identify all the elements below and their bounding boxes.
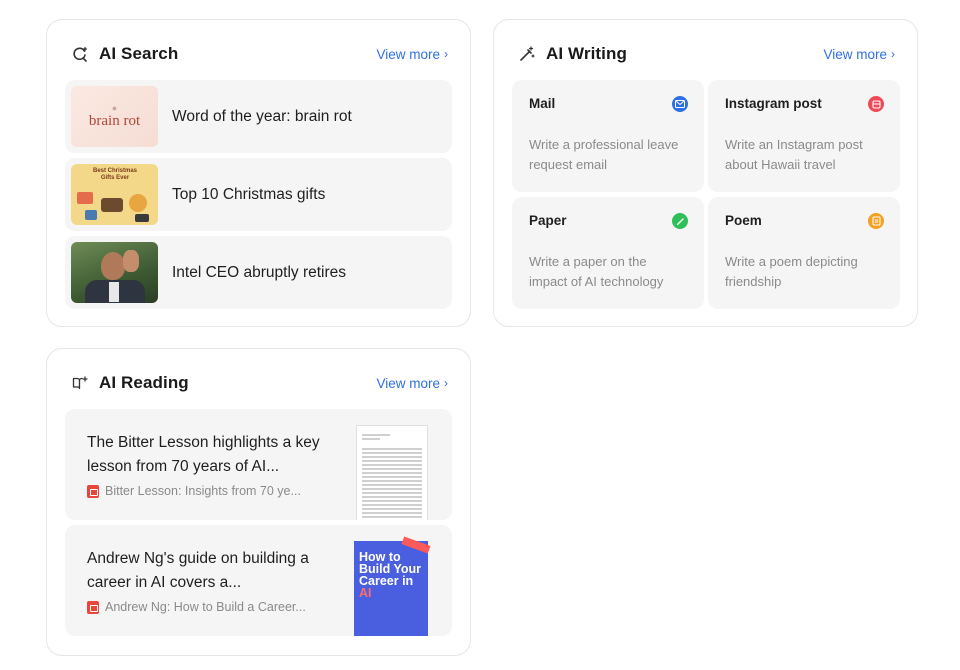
writing-tile-poem[interactable]: Poem Write a poem depicting friendship	[708, 197, 900, 309]
reading-summary: Andrew Ng's guide on building a career i…	[87, 550, 309, 591]
list-item[interactable]: Intel CEO abruptly retires	[65, 236, 452, 309]
ai-search-list: ● brain rot Word of the year: brain rot …	[65, 80, 452, 314]
list-item[interactable]: Best Christmas Gifts Ever Top 10 Christm…	[65, 158, 452, 231]
instagram-icon	[868, 96, 884, 112]
writing-tile-instagram-post[interactable]: Instagram post Write an Instagram post a…	[708, 80, 900, 192]
ai-reading-card: AI Reading View more › The Bitter Lesson …	[46, 348, 471, 656]
ai-search-header: AI Search View more ›	[71, 42, 448, 66]
list-item[interactable]: Andrew Ng's guide on building a career i…	[65, 525, 452, 636]
reading-source: Bitter Lesson: Insights from 70 ye...	[87, 484, 301, 498]
list-item-title: Word of the year: brain rot	[172, 107, 352, 125]
ai-reading-title: AI Reading	[99, 373, 189, 392]
ai-writing-card: AI Writing View more › Mail Write a profe…	[493, 19, 918, 327]
ai-writing-header: AI Writing View more ›	[518, 42, 895, 66]
ai-search-view-more-link[interactable]: View more ›	[376, 47, 448, 62]
reading-summary: The Bitter Lesson highlights a key lesso…	[87, 434, 320, 475]
writing-tile-paper[interactable]: Paper Write a paper on the impact of AI …	[512, 197, 704, 309]
intel-ceo-photo	[71, 242, 158, 303]
ai-writing-title: AI Writing	[546, 44, 627, 63]
magic-pen-icon	[518, 45, 536, 63]
reading-source: Andrew Ng: How to Build a Career...	[87, 600, 306, 614]
mail-icon	[672, 96, 688, 112]
pencil-icon	[672, 213, 688, 229]
chevron-right-icon: ›	[444, 47, 448, 61]
chevron-right-icon: ›	[891, 47, 895, 61]
document-thumbnail	[356, 425, 428, 520]
ai-search-card: AI Search View more › ● brain rot Word of…	[46, 19, 471, 327]
ai-reading-view-more-link[interactable]: View more ›	[376, 376, 448, 391]
list-item[interactable]: The Bitter Lesson highlights a key lesso…	[65, 409, 452, 520]
book-cover-thumbnail: How to Build Your Career in AI	[354, 536, 431, 636]
ai-reading-list: The Bitter Lesson highlights a key lesso…	[65, 409, 452, 641]
pdf-icon	[87, 600, 99, 614]
book-sparkle-icon	[71, 374, 89, 392]
list-item-title: Intel CEO abruptly retires	[172, 263, 347, 281]
ai-writing-grid: Mail Write a professional leave request …	[512, 80, 900, 309]
chevron-right-icon: ›	[444, 376, 448, 390]
brain-rot-thumbnail: ● brain rot	[71, 86, 158, 147]
list-item-title: Top 10 Christmas gifts	[172, 185, 326, 203]
pdf-icon	[87, 484, 99, 498]
list-item[interactable]: ● brain rot Word of the year: brain rot	[65, 80, 452, 153]
search-sparkle-icon	[71, 45, 89, 63]
christmas-gifts-thumbnail: Best Christmas Gifts Ever	[71, 164, 158, 225]
ai-reading-header: AI Reading View more ›	[71, 371, 448, 395]
ai-writing-view-more-link[interactable]: View more ›	[823, 47, 895, 62]
poem-icon	[868, 213, 884, 229]
ai-search-title: AI Search	[99, 44, 179, 63]
writing-tile-mail[interactable]: Mail Write a professional leave request …	[512, 80, 704, 192]
